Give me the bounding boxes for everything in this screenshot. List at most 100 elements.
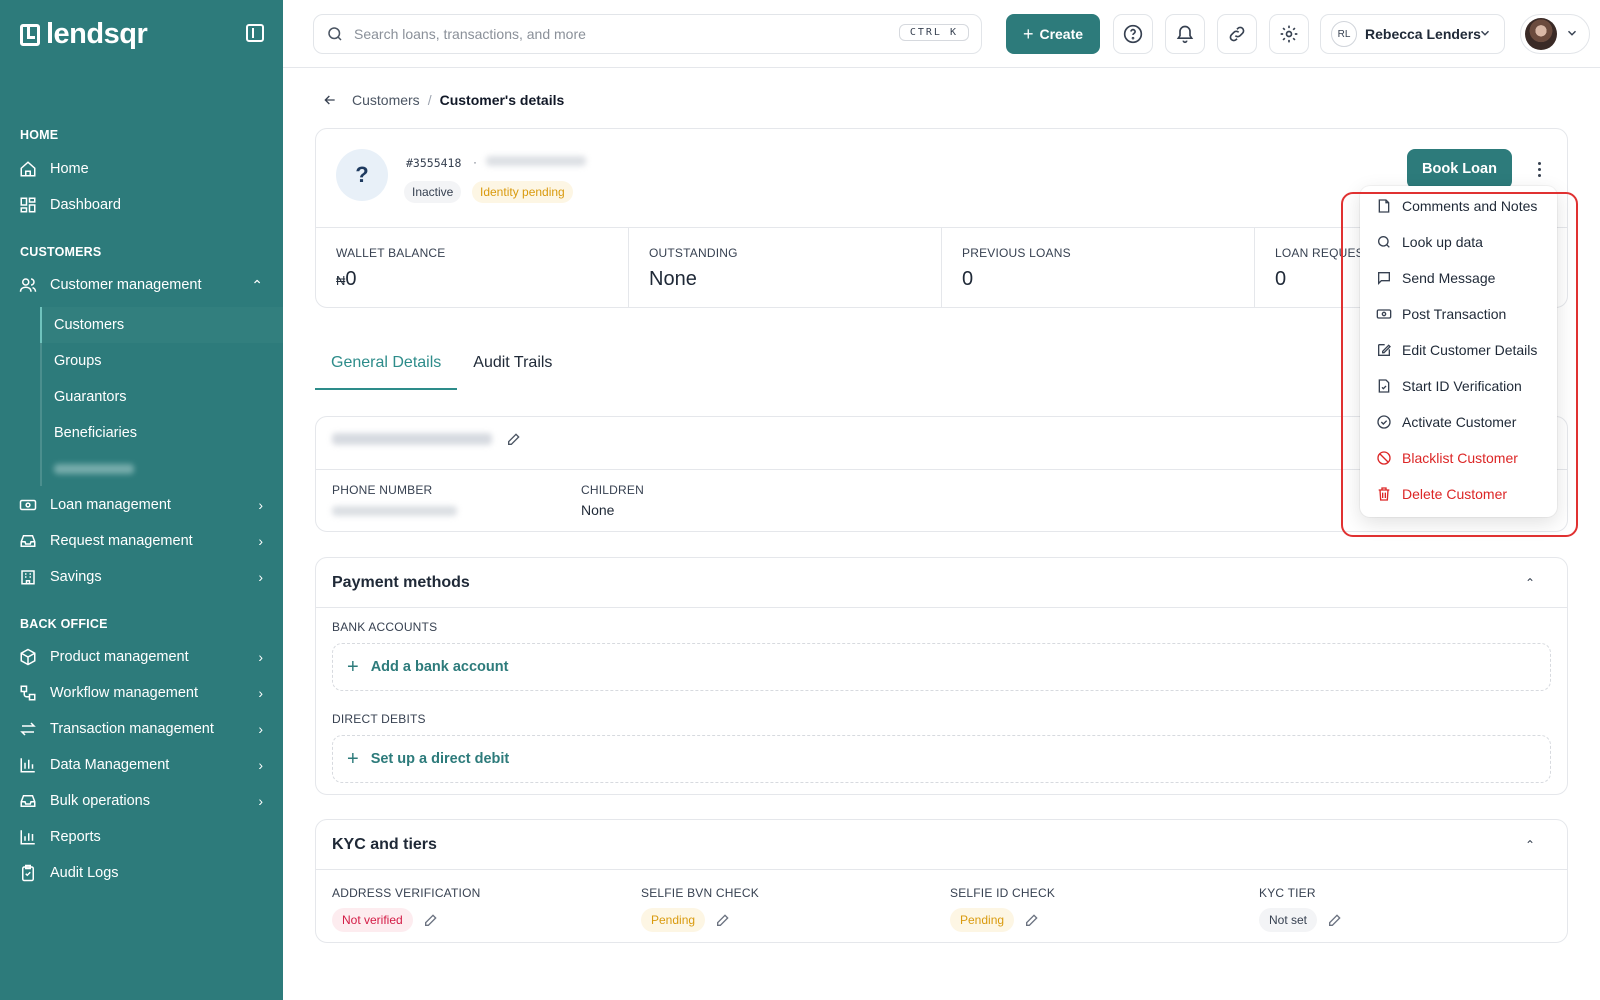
collapse-caret-icon[interactable]: ⌃: [1525, 838, 1535, 852]
add-bank-account-button[interactable]: + Add a bank account: [332, 643, 1551, 691]
chevron-right-icon: ›: [258, 533, 263, 549]
sidebar-item-audit-logs[interactable]: Audit Logs: [0, 855, 283, 891]
tab-audit-trails[interactable]: Audit Trails: [457, 344, 568, 390]
edit-icon: [1376, 342, 1392, 358]
sidebar-item-workflow-management[interactable]: Workflow management ›: [0, 675, 283, 711]
status-badge: Not set: [1259, 908, 1318, 932]
sidebar-item-label: Bulk operations: [50, 793, 150, 809]
workflow-icon: [18, 683, 38, 703]
menu-item-send-message[interactable]: Send Message: [1360, 260, 1557, 296]
sidebar-subitem-beneficiaries[interactable]: Beneficiaries: [40, 415, 283, 451]
chevron-right-icon: ›: [258, 757, 263, 773]
user-name: Rebecca Lenders: [1365, 26, 1481, 42]
sidebar-item-bulk-operations[interactable]: Bulk operations ›: [0, 783, 283, 819]
sidebar-subitem-redacted[interactable]: [40, 451, 283, 487]
status-badge: Inactive: [404, 181, 462, 203]
menu-item-comments-notes[interactable]: Comments and Notes: [1360, 188, 1557, 224]
sidebar-subitem-guarantors[interactable]: Guarantors: [40, 379, 283, 415]
money-icon: [18, 495, 38, 515]
stat-previous-loans: PREVIOUS LOANS 0: [942, 228, 1255, 308]
back-arrow-icon[interactable]: [322, 92, 338, 108]
stat-wallet-balance: WALLET BALANCE ₦0: [316, 228, 629, 308]
section-back-office: BACK OFFICE: [20, 617, 108, 631]
note-icon: [1376, 198, 1392, 214]
breadcrumb-separator: /: [427, 92, 432, 108]
menu-item-look-up-data[interactable]: Look up data: [1360, 224, 1557, 260]
help-button[interactable]: [1113, 14, 1153, 54]
link-button[interactable]: [1217, 14, 1257, 54]
pencil-icon[interactable]: [715, 912, 731, 928]
global-search[interactable]: CTRL K: [313, 14, 982, 54]
sidebar-subitem-groups[interactable]: Groups: [40, 343, 283, 379]
search-input[interactable]: [354, 26, 874, 42]
sidebar-item-request-management[interactable]: Request management ›: [0, 523, 283, 559]
sidebar: lendsqr HOME Home Dashboard CUSTOMERS Cu…: [0, 0, 283, 1000]
sidebar-item-loan-management[interactable]: Loan management ›: [0, 487, 283, 523]
setup-debit-label: Set up a direct debit: [370, 751, 510, 767]
pencil-icon[interactable]: [423, 912, 439, 928]
menu-item-post-transaction[interactable]: Post Transaction: [1360, 296, 1557, 332]
sidebar-item-label: Workflow management: [50, 685, 199, 701]
profile-menu[interactable]: [1520, 14, 1590, 54]
status-badge: Pending: [641, 908, 706, 932]
sidebar-item-customer-management[interactable]: Customer management ⌃: [0, 267, 283, 303]
create-label: Create: [1039, 26, 1084, 42]
menu-item-delete-customer[interactable]: Delete Customer: [1360, 476, 1557, 512]
bank-accounts-label: BANK ACCOUNTS: [332, 620, 438, 634]
sidebar-collapse-icon[interactable]: [246, 24, 264, 42]
chevron-right-icon: ›: [258, 721, 263, 737]
menu-item-blacklist-customer[interactable]: Blacklist Customer: [1360, 440, 1557, 476]
breadcrumb-current: Customer's details: [439, 92, 565, 108]
add-bank-label: Add a bank account: [370, 659, 509, 675]
user-initials: RL: [1331, 21, 1357, 47]
user-menu[interactable]: RL Rebecca Lenders: [1320, 14, 1505, 54]
clipboard-check-icon: [18, 863, 38, 883]
pencil-icon[interactable]: [1024, 912, 1040, 928]
link-icon: [1229, 26, 1245, 42]
menu-item-activate-customer[interactable]: Activate Customer: [1360, 404, 1557, 440]
setup-direct-debit-button[interactable]: + Set up a direct debit: [332, 735, 1551, 783]
chevron-down-icon: [1567, 30, 1577, 36]
brand-logo[interactable]: lendsqr: [20, 18, 148, 51]
breadcrumb-customers[interactable]: Customers: [352, 92, 420, 108]
sidebar-item-home[interactable]: Home: [0, 151, 283, 187]
sidebar-item-savings[interactable]: Savings ›: [0, 559, 283, 595]
users-icon: [18, 275, 38, 295]
menu-item-label: Comments and Notes: [1402, 198, 1538, 214]
sidebar-item-data-management[interactable]: Data Management ›: [0, 747, 283, 783]
create-button[interactable]: + Create: [1006, 14, 1100, 54]
detail-tabs: General Details Audit Trails: [315, 344, 568, 390]
chevron-right-icon: ›: [258, 497, 263, 513]
more-actions-icon[interactable]: [1529, 157, 1549, 181]
redacted-customer-contact: [486, 155, 586, 169]
sidebar-item-label: Savings: [50, 569, 102, 585]
payment-methods-title: Payment methods: [332, 574, 470, 591]
sidebar-item-dashboard[interactable]: Dashboard: [0, 187, 283, 223]
menu-item-start-id-verification[interactable]: Start ID Verification: [1360, 368, 1557, 404]
book-loan-button[interactable]: Book Loan: [1407, 149, 1512, 189]
settings-button[interactable]: [1269, 14, 1309, 54]
chevron-down-icon: [1480, 30, 1490, 36]
sidebar-item-product-management[interactable]: Product management ›: [0, 639, 283, 675]
sidebar-subitem-customers[interactable]: Customers: [40, 307, 283, 343]
chevron-up-icon: ⌃: [251, 276, 263, 293]
search-icon: [328, 27, 342, 41]
phone-label: PHONE NUMBER: [332, 483, 433, 497]
collapse-caret-icon[interactable]: ⌃: [1525, 576, 1535, 590]
chevron-right-icon: ›: [258, 649, 263, 665]
chevron-right-icon: ›: [258, 685, 263, 701]
sidebar-item-transaction-management[interactable]: Transaction management ›: [0, 711, 283, 747]
pencil-icon[interactable]: [1327, 912, 1343, 928]
menu-item-label: Start ID Verification: [1402, 378, 1522, 394]
sidebar-item-reports[interactable]: Reports: [0, 819, 283, 855]
tab-general-details[interactable]: General Details: [315, 344, 458, 390]
status-badge: Not verified: [332, 908, 413, 932]
children-label: CHILDREN: [581, 483, 644, 497]
menu-item-edit-customer[interactable]: Edit Customer Details: [1360, 332, 1557, 368]
topbar: CTRL K + Create RL Rebecca Lenders: [283, 0, 1600, 68]
pencil-icon[interactable]: [506, 431, 522, 447]
trash-icon: [1376, 486, 1392, 502]
notifications-button[interactable]: [1165, 14, 1205, 54]
stat-outstanding: OUTSTANDING None: [629, 228, 942, 308]
avatar: [1525, 18, 1557, 50]
